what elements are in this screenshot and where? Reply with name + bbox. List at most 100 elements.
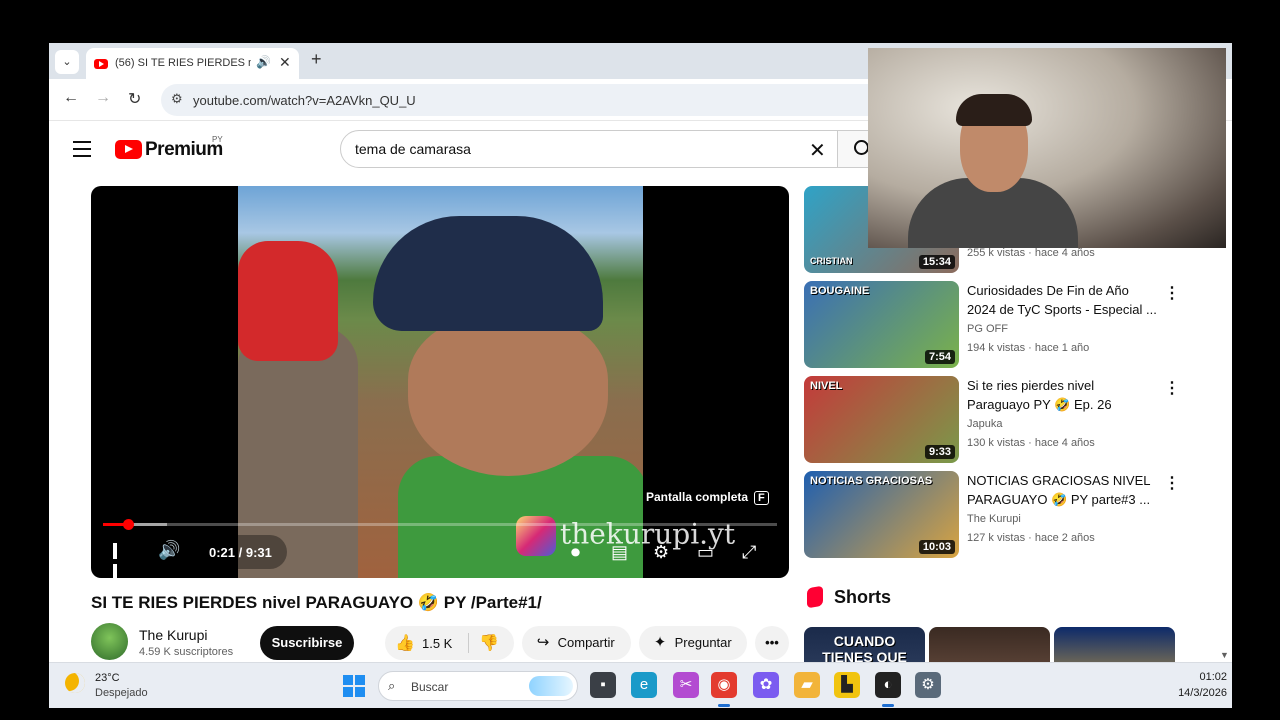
time-display: 0:21 / 9:31: [209, 545, 272, 560]
sticky-notes-icon[interactable]: ▙: [834, 672, 860, 698]
webcam-overlay: [868, 48, 1226, 248]
chevron-down-icon: ⌄: [62, 56, 72, 68]
like-count[interactable]: 1.5 K: [422, 636, 452, 651]
more-vertical-icon[interactable]: ⋮: [1164, 473, 1180, 493]
recommendation-channel[interactable]: Japuka: [967, 418, 1002, 430]
video-thumbnail[interactable]: NIVEL 9:33: [804, 376, 959, 463]
recommendation-meta: 194 k vistas · hace 1 año: [967, 342, 1090, 354]
thumbnail-text: NOTICIAS GRACIOSAS: [810, 475, 933, 487]
video-cap: [373, 216, 603, 331]
settings-icon[interactable]: ⚙: [653, 542, 669, 563]
task-view-icon[interactable]: ▪: [590, 672, 616, 698]
more-vertical-icon[interactable]: ⋮: [1164, 283, 1180, 303]
clock-date[interactable]: 14/3/2026: [1157, 687, 1227, 699]
subscribe-button[interactable]: Suscribirse: [260, 626, 354, 660]
copilot-icon[interactable]: ✿: [753, 672, 779, 698]
menu-icon[interactable]: [73, 141, 91, 162]
moon-weather-icon[interactable]: [65, 673, 85, 693]
close-tab-icon[interactable]: ✕: [279, 54, 291, 71]
more-horizontal-icon: •••: [765, 635, 779, 650]
recommendation-item[interactable]: NOTICIAS GRACIOSAS 10:03 NOTICIAS GRACIOSA…: [804, 471, 1184, 559]
subtitles-icon[interactable]: ▤: [611, 542, 628, 563]
taskbar-search[interactable]: ⌕ Buscar: [378, 671, 578, 701]
search-highlight-icon: [529, 676, 573, 696]
search-icon: ⌕: [388, 678, 396, 693]
chrome-icon[interactable]: ◉: [711, 672, 737, 707]
channel-name[interactable]: The Kurupi: [139, 627, 207, 643]
edge-icon[interactable]: e: [631, 672, 657, 698]
video-thumbnail[interactable]: NOTICIAS GRACIOSAS 10:03: [804, 471, 959, 558]
fullscreen-key: F: [754, 491, 769, 505]
instagram-icon: [516, 516, 556, 556]
fullscreen-tooltip: Pantalla completa F: [646, 490, 769, 505]
snipping-tool-icon[interactable]: ✂: [673, 672, 699, 698]
thumbnail-text: BOUGAINE: [810, 285, 870, 297]
forward-arrow-icon[interactable]: →: [95, 89, 111, 107]
video-duration: 7:54: [924, 350, 955, 364]
pause-icon[interactable]: [113, 543, 127, 578]
search-input[interactable]: tema de camarasa ✕: [340, 130, 838, 168]
url-text[interactable]: youtube.com/watch?v=A2AVkn_QU_U: [193, 93, 416, 108]
recommendation-channel[interactable]: PG OFF: [967, 323, 1008, 335]
video-thumbnail[interactable]: BOUGAINE 7:54: [804, 281, 959, 368]
share-icon: ↪: [536, 634, 550, 651]
video-face: [408, 316, 608, 476]
speaker-icon[interactable]: 🔊: [256, 55, 271, 69]
address-bar[interactable]: ⚙ youtube.com/watch?v=A2AVkn_QU_U: [161, 84, 921, 116]
thumbnail-text: CRISTIAN: [810, 256, 853, 266]
shorts-heading: Shorts: [834, 587, 892, 607]
site-info-icon[interactable]: ⚙: [171, 91, 183, 107]
clear-search-icon[interactable]: ✕: [809, 138, 826, 163]
recommendation-title[interactable]: Si te ries pierdes nivel Paraguayo PY 🤣 …: [967, 376, 1157, 414]
recommendation-title[interactable]: Curiosidades De Fin de Año 2024 de TyC S…: [967, 281, 1157, 319]
recommendation-item[interactable]: BOUGAINE 7:54 Curiosidades De Fin de Año 2…: [804, 281, 1184, 369]
reload-icon[interactable]: ↻: [128, 89, 141, 109]
back-arrow-icon[interactable]: ←: [63, 89, 79, 107]
weather-condition[interactable]: Despejado: [95, 687, 148, 699]
tab-search-button[interactable]: ⌄: [55, 50, 79, 74]
settings-gear-icon[interactable]: ⚙: [915, 672, 941, 698]
more-actions-button[interactable]: •••: [755, 626, 789, 660]
file-explorer-icon[interactable]: ▰: [794, 672, 820, 698]
video-player[interactable]: Pantalla completa F thekurupi.yt 🔊 0:21 /…: [91, 186, 789, 578]
search-icon: [854, 140, 869, 155]
scrubber-handle[interactable]: [122, 519, 134, 530]
recommendation-meta: 127 k vistas · hace 2 años: [967, 532, 1095, 544]
scroll-down-arrow-icon[interactable]: ▼: [1220, 650, 1229, 660]
channel-avatar[interactable]: [91, 623, 128, 660]
windows-taskbar: 23°C Despejado ⌕ Buscar ▪ e ✂ ◉ ✿ ▰ ▙ ◐ …: [49, 662, 1232, 708]
webcam-person-hair: [956, 94, 1032, 126]
like-divider: [468, 633, 469, 653]
recommendation-channel[interactable]: The Kurupi: [967, 513, 1021, 525]
new-tab-button[interactable]: +: [311, 49, 322, 70]
video-duration: 10:03: [918, 540, 955, 554]
like-dislike-group: 👍 1.5 K 👎: [385, 626, 514, 660]
share-button[interactable]: ↪ Compartir: [522, 626, 631, 660]
logo-country: PY: [212, 135, 223, 144]
search-query[interactable]: tema de camarasa: [355, 141, 471, 157]
video-duration: 15:34: [918, 255, 955, 269]
shorts-icon: [807, 585, 823, 609]
recommendation-item[interactable]: NIVEL 9:33 Si te ries pierdes nivel Paragu…: [804, 376, 1184, 464]
weather-temperature[interactable]: 23°C: [95, 672, 120, 684]
clock-time[interactable]: 01:02: [1167, 671, 1227, 683]
progress-bar[interactable]: [103, 519, 777, 530]
theater-mode-icon[interactable]: ▭: [697, 542, 714, 563]
recommendation-meta: 130 k vistas · hace 4 años: [967, 437, 1095, 449]
like-icon[interactable]: 👍: [395, 633, 415, 653]
dislike-icon[interactable]: 👎: [479, 633, 499, 653]
obs-icon[interactable]: ◐: [875, 672, 901, 707]
video-title: SI TE RIES PIERDES nivel PARAGUAYO 🤣 PY …: [91, 593, 542, 612]
fullscreen-icon[interactable]: ⤢: [742, 542, 756, 563]
recommendation-meta: 255 k vistas · hace 4 años: [967, 247, 1095, 259]
youtube-favicon-icon: [94, 59, 108, 69]
recommendation-title[interactable]: NOTICIAS GRACIOSAS NIVEL PARAGUAYO 🤣 PY …: [967, 471, 1157, 509]
autoplay-toggle-icon[interactable]: ⏺: [571, 542, 580, 563]
volume-icon[interactable]: 🔊: [158, 540, 180, 561]
browser-tab[interactable]: (56) SI TE RIES PIERDES nivel PARAGUAYO …: [86, 48, 299, 79]
windows-start-icon[interactable]: [343, 675, 365, 697]
youtube-logo-icon[interactable]: [115, 140, 142, 159]
ask-button[interactable]: ✦ Preguntar: [639, 626, 747, 660]
thumbnail-text: NIVEL: [810, 380, 843, 392]
more-vertical-icon[interactable]: ⋮: [1164, 378, 1180, 398]
